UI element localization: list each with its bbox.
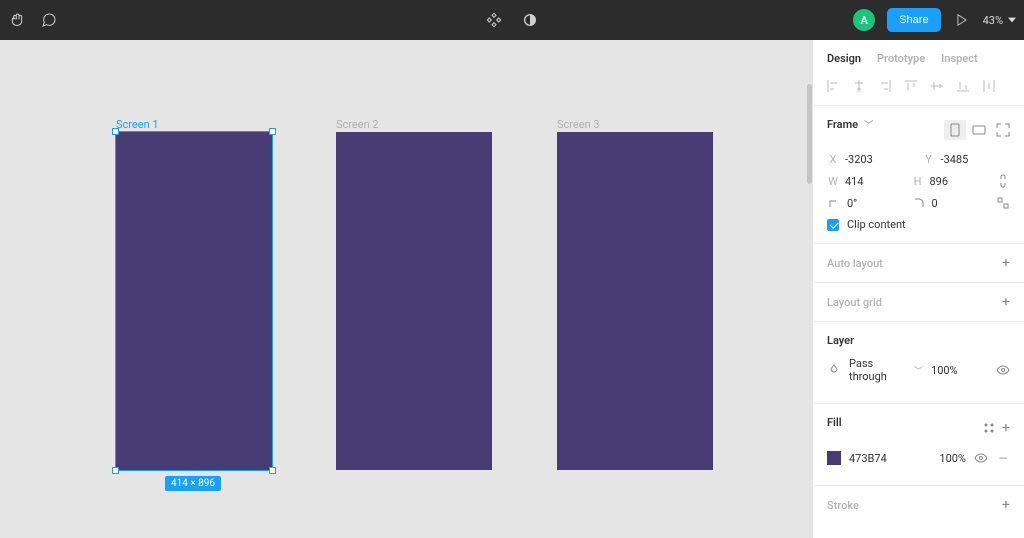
auto-layout-title: Auto layout — [827, 257, 883, 270]
chevron-down-icon: ﹀ — [864, 118, 873, 131]
align-hcenter-icon[interactable] — [849, 77, 869, 95]
avatar[interactable]: A — [853, 9, 875, 31]
share-button[interactable]: Share — [887, 8, 940, 32]
canvas[interactable]: Screen 1 414 × 896 Screen 2 Screen 3 — [0, 40, 812, 538]
resize-handle-nw[interactable] — [112, 128, 119, 135]
resize-handle-ne[interactable] — [269, 128, 276, 135]
layout-grid-section: Layout grid + — [813, 283, 1024, 322]
frame-screen-2[interactable] — [336, 132, 492, 470]
label-y: Y — [923, 153, 935, 166]
add-stroke[interactable]: + — [1002, 498, 1010, 512]
add-fill[interactable]: + — [1002, 421, 1010, 435]
canvas-scrollbar[interactable] — [807, 84, 812, 184]
corner-radius-icon — [912, 196, 926, 210]
frame-label[interactable]: Screen 3 — [557, 118, 600, 131]
frame-title-text: Frame — [827, 118, 858, 131]
frame-label[interactable]: Screen 1 — [116, 118, 159, 131]
remove-fill-icon[interactable]: — — [996, 451, 1010, 465]
blend-mode-select[interactable]: Pass through — [849, 357, 906, 383]
field-h[interactable]: 896 — [930, 175, 989, 188]
align-vcenter-icon[interactable] — [927, 77, 947, 95]
clip-content-label: Clip content — [847, 218, 906, 231]
constrain-proportions-icon[interactable] — [996, 174, 1010, 188]
stroke-title: Stroke — [827, 499, 859, 512]
field-rotation[interactable]: 0° — [847, 197, 904, 210]
mask-icon[interactable] — [521, 11, 539, 29]
tab-design[interactable]: Design — [827, 52, 861, 65]
frame-screen-3[interactable] — [557, 132, 713, 470]
resize-handle-sw[interactable] — [112, 467, 119, 474]
distribute-icon[interactable] — [979, 77, 999, 95]
fill-hex[interactable]: 473B74 — [849, 452, 931, 465]
fill-section: Fill + 473B74 100% — — [813, 404, 1024, 486]
align-top-icon[interactable] — [901, 77, 921, 95]
frame-screen-1[interactable] — [116, 132, 272, 470]
comment-tool[interactable] — [40, 11, 58, 29]
design-panel: Design Prototype Inspect Frame ﹀ — [812, 40, 1024, 538]
frame-label[interactable]: Screen 2 — [336, 118, 379, 131]
resize-to-fit-icon[interactable] — [996, 123, 1010, 137]
add-auto-layout[interactable]: + — [1002, 256, 1010, 270]
tab-prototype[interactable]: Prototype — [877, 52, 925, 65]
auto-layout-section: Auto layout + — [813, 244, 1024, 283]
orientation-landscape[interactable] — [968, 120, 990, 140]
independent-corners-icon[interactable] — [996, 196, 1010, 210]
orientation-portrait[interactable] — [944, 120, 966, 140]
zoom-value: 43% — [983, 14, 1003, 27]
visibility-icon[interactable] — [974, 451, 988, 465]
fill-title: Fill — [827, 416, 842, 429]
stroke-section: Stroke + — [813, 486, 1024, 524]
layer-section: Layer Pass through ﹀ 100% — [813, 322, 1024, 404]
layer-opacity[interactable]: 100% — [931, 364, 988, 377]
align-left-icon[interactable] — [823, 77, 843, 95]
add-layout-grid[interactable]: + — [1002, 295, 1010, 309]
hand-tool[interactable] — [8, 11, 26, 29]
zoom-select[interactable]: 43% — [983, 14, 1016, 27]
selection-dimensions: 414 × 896 — [165, 476, 221, 491]
visibility-icon[interactable] — [996, 363, 1010, 377]
fill-opacity[interactable]: 100% — [939, 452, 966, 465]
orientation-toggle — [944, 120, 990, 140]
fill-styles-icon[interactable] — [982, 421, 996, 435]
panel-tabs: Design Prototype Inspect — [813, 40, 1024, 73]
align-row — [813, 73, 1024, 106]
clip-content-checkbox[interactable] — [827, 219, 839, 231]
blend-mode-icon — [827, 363, 841, 377]
label-w: W — [827, 175, 839, 188]
fill-swatch[interactable] — [827, 451, 841, 465]
present-button[interactable] — [953, 11, 971, 29]
field-x[interactable]: -3203 — [845, 153, 915, 166]
rotation-icon — [827, 196, 841, 210]
main-area: Screen 1 414 × 896 Screen 2 Screen 3 Des… — [0, 40, 1024, 538]
align-right-icon[interactable] — [875, 77, 895, 95]
layout-grid-title: Layout grid — [827, 296, 882, 309]
chevron-down-icon: ﹀ — [914, 364, 923, 377]
align-bottom-icon[interactable] — [953, 77, 973, 95]
frame-section-title[interactable]: Frame ﹀ — [827, 118, 873, 131]
field-w[interactable]: 414 — [845, 175, 904, 188]
field-y[interactable]: -3485 — [941, 153, 1011, 166]
layer-title: Layer — [827, 334, 1010, 347]
resize-handle-se[interactable] — [269, 467, 276, 474]
label-x: X — [827, 153, 839, 166]
field-corner[interactable]: 0 — [932, 197, 989, 210]
tab-inspect[interactable]: Inspect — [941, 52, 978, 65]
top-toolbar: A Share 43% — [0, 0, 1024, 40]
label-h: H — [912, 175, 924, 188]
components-icon[interactable] — [485, 11, 503, 29]
frame-section: Frame ﹀ X -3203 Y -3485 W 414 H 896 — [813, 106, 1024, 244]
